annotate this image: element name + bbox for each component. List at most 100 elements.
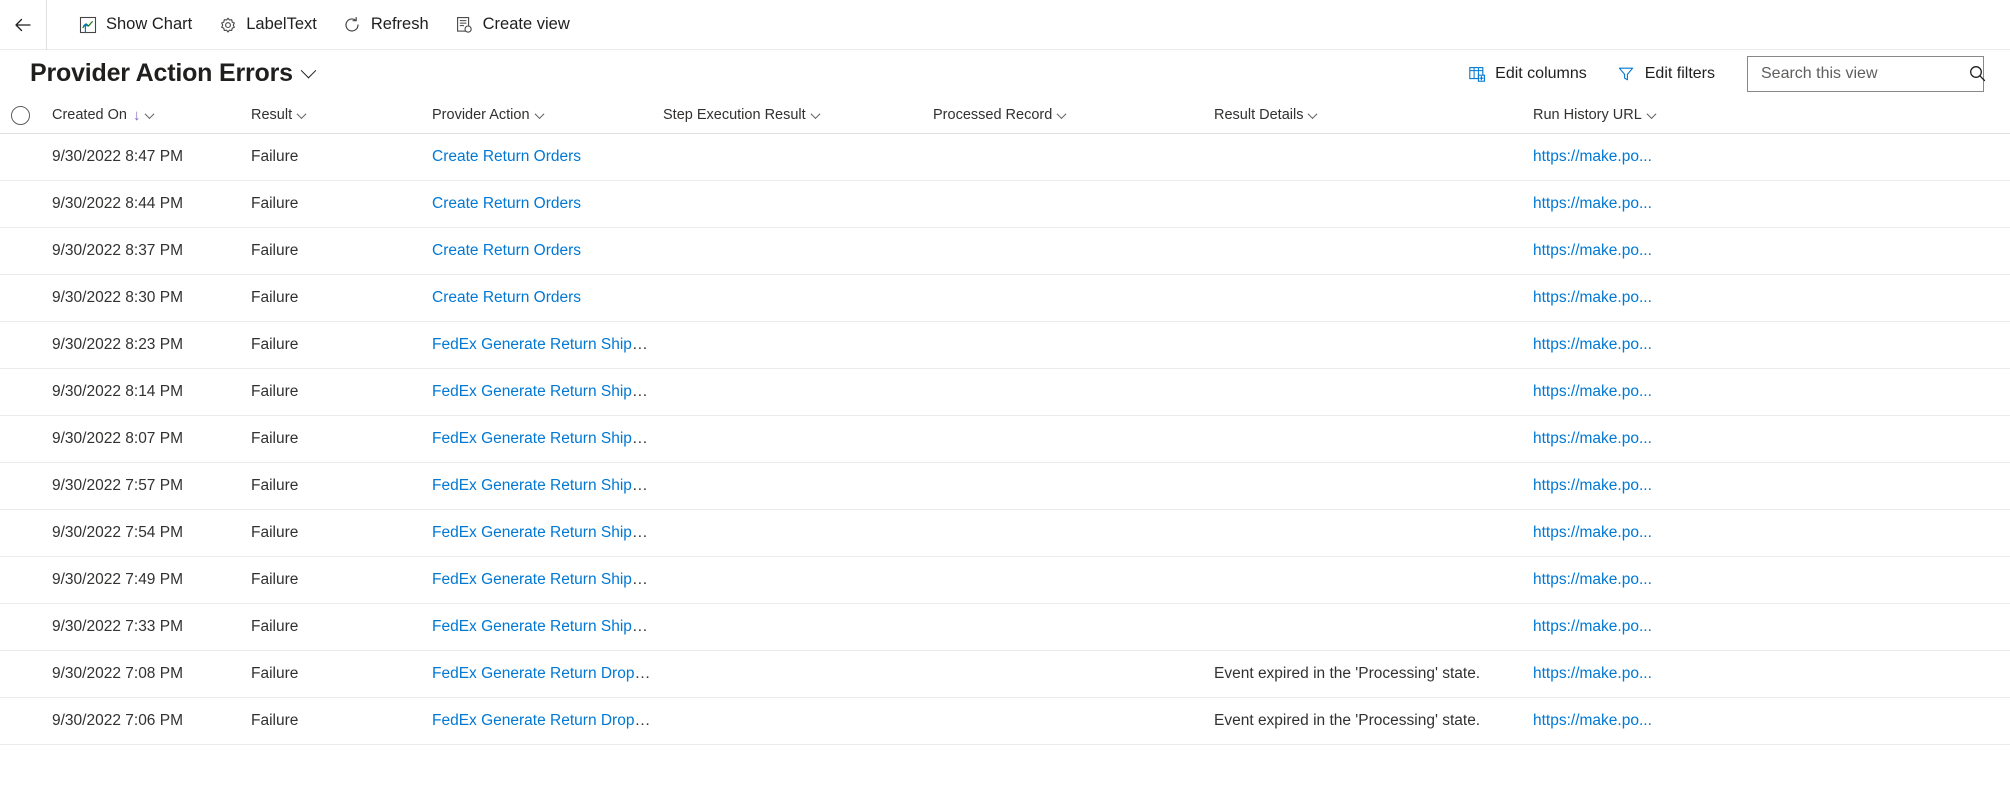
cell-created_on-text: 9/30/2022 7:54 PM [52, 524, 183, 541]
cell-provider-text[interactable]: FedEx Generate Return Shipping La... [432, 618, 663, 635]
cell-url-text[interactable]: https://make.po... [1533, 571, 1652, 588]
cell-url-text[interactable]: https://make.po... [1533, 524, 1652, 541]
cell-provider-text[interactable]: FedEx Generate Return Drop Locati... [432, 712, 663, 729]
cell-url[interactable]: https://make.po... [1533, 712, 2010, 730]
cell-provider[interactable]: FedEx Generate Return Shipping La... [432, 571, 663, 589]
table-row[interactable]: 9/30/2022 7:06 PM Failure FedEx Generate R… [0, 698, 2010, 745]
cell-url-text[interactable]: https://make.po... [1533, 430, 1652, 447]
select-all-circle-icon[interactable] [10, 105, 30, 125]
cell-url[interactable]: https://make.po... [1533, 524, 2010, 542]
cell-provider-text[interactable]: FedEx Generate Return Shipping La... [432, 524, 663, 541]
create-view-button[interactable]: Create view [442, 4, 583, 46]
cell-provider-text[interactable]: FedEx Generate Return Shipping La... [432, 336, 663, 353]
table-row[interactable]: 9/30/2022 7:49 PM Failure FedEx Generate R… [0, 557, 2010, 604]
cell-url-text[interactable]: https://make.po... [1533, 148, 1652, 165]
select-all-cell [0, 105, 52, 125]
refresh-button[interactable]: Refresh [330, 4, 442, 46]
table-row[interactable]: 9/30/2022 7:54 PM Failure FedEx Generate R… [0, 510, 2010, 557]
cell-provider-text[interactable]: FedEx Generate Return Drop Locati... [432, 665, 663, 682]
cell-url[interactable]: https://make.po... [1533, 665, 2010, 683]
cell-created_on: 9/30/2022 7:06 PM [52, 712, 251, 730]
show-chart-button[interactable]: Show Chart [65, 4, 205, 46]
cell-provider[interactable]: FedEx Generate Return Shipping La... [432, 524, 663, 542]
cell-url[interactable]: https://make.po... [1533, 618, 2010, 636]
column-header-provider-action[interactable]: Provider Action [432, 107, 663, 123]
cell-provider-text[interactable]: Create Return Orders [432, 195, 581, 212]
cell-provider-text[interactable]: Create Return Orders [432, 148, 581, 165]
table-row[interactable]: 9/30/2022 8:23 PM Failure FedEx Generate R… [0, 322, 2010, 369]
table-row[interactable]: 9/30/2022 8:44 PM Failure Create Return Or… [0, 181, 2010, 228]
cell-url-text[interactable]: https://make.po... [1533, 242, 1652, 259]
cell-url-text[interactable]: https://make.po... [1533, 477, 1652, 494]
cell-url[interactable]: https://make.po... [1533, 571, 2010, 589]
column-header-step-execution-result[interactable]: Step Execution Result [663, 107, 933, 123]
edit-filters-button[interactable]: Edit filters [1605, 56, 1727, 92]
chevron-down-icon [810, 108, 821, 119]
cell-provider[interactable]: FedEx Generate Return Shipping La... [432, 430, 663, 448]
table-row[interactable]: 9/30/2022 7:57 PM Failure FedEx Generate R… [0, 463, 2010, 510]
cell-result-text: Failure [251, 712, 299, 729]
cell-provider-text[interactable]: FedEx Generate Return Shipping La... [432, 477, 663, 494]
column-header-created-on-label: Created On [52, 107, 127, 123]
cell-result-text: Failure [251, 571, 299, 588]
cell-url[interactable]: https://make.po... [1533, 430, 2010, 448]
cell-provider[interactable]: FedEx Generate Return Shipping La... [432, 477, 663, 495]
cell-url[interactable]: https://make.po... [1533, 242, 2010, 260]
table-row[interactable]: 9/30/2022 7:33 PM Failure FedEx Generate R… [0, 604, 2010, 651]
cell-result: Failure [251, 242, 432, 260]
cell-provider[interactable]: FedEx Generate Return Shipping La... [432, 618, 663, 636]
chevron-down-icon [296, 108, 307, 119]
cell-url-text[interactable]: https://make.po... [1533, 665, 1652, 682]
cell-provider[interactable]: Create Return Orders [432, 195, 663, 213]
column-header-result-details[interactable]: Result Details [1214, 107, 1533, 123]
cell-url[interactable]: https://make.po... [1533, 195, 2010, 213]
cell-provider-text[interactable]: FedEx Generate Return Shipping La... [432, 571, 663, 588]
cell-provider[interactable]: Create Return Orders [432, 242, 663, 260]
table-row[interactable]: 9/30/2022 8:07 PM Failure FedEx Generate R… [0, 416, 2010, 463]
cell-result: Failure [251, 665, 432, 683]
cell-url[interactable]: https://make.po... [1533, 477, 2010, 495]
labeltext-button[interactable]: LabelText [205, 4, 330, 46]
edit-columns-icon [1467, 64, 1486, 83]
cell-url-text[interactable]: https://make.po... [1533, 618, 1652, 635]
column-header-created-on[interactable]: Created On ↓ [52, 107, 251, 123]
cell-url[interactable]: https://make.po... [1533, 383, 2010, 401]
table-row[interactable]: 9/30/2022 8:37 PM Failure Create Return Or… [0, 228, 2010, 275]
table-row[interactable]: 9/30/2022 7:08 PM Failure FedEx Generate R… [0, 651, 2010, 698]
cell-provider-text[interactable]: Create Return Orders [432, 289, 581, 306]
cell-provider-text[interactable]: Create Return Orders [432, 242, 581, 259]
column-header-result[interactable]: Result [251, 107, 432, 123]
cell-url-text[interactable]: https://make.po... [1533, 336, 1652, 353]
cell-url-text[interactable]: https://make.po... [1533, 712, 1652, 729]
cell-provider-text[interactable]: FedEx Generate Return Shipping La... [432, 430, 663, 447]
cell-provider[interactable]: FedEx Generate Return Drop Locati... [432, 665, 663, 683]
view-selector[interactable]: Provider Action Errors [30, 59, 317, 88]
cell-provider[interactable]: FedEx Generate Return Drop Locati... [432, 712, 663, 730]
back-button[interactable] [0, 0, 47, 50]
cell-provider-text[interactable]: FedEx Generate Return Shipping La... [432, 383, 663, 400]
cell-created_on-text: 9/30/2022 8:30 PM [52, 289, 183, 306]
edit-columns-button[interactable]: Edit columns [1455, 56, 1599, 92]
column-header-processed-record[interactable]: Processed Record [933, 107, 1214, 123]
column-header-run-history-url[interactable]: Run History URL [1533, 107, 2010, 123]
cell-url[interactable]: https://make.po... [1533, 289, 2010, 307]
cell-url[interactable]: https://make.po... [1533, 336, 2010, 354]
cell-created_on: 9/30/2022 8:30 PM [52, 289, 251, 307]
cell-created_on-text: 9/30/2022 7:57 PM [52, 477, 183, 494]
table-row[interactable]: 9/30/2022 8:47 PM Failure Create Return Or… [0, 134, 2010, 181]
cell-url-text[interactable]: https://make.po... [1533, 383, 1652, 400]
cell-created_on: 9/30/2022 7:54 PM [52, 524, 251, 542]
cell-url[interactable]: https://make.po... [1533, 148, 2010, 166]
search-box[interactable] [1747, 55, 1987, 92]
cell-url-text[interactable]: https://make.po... [1533, 195, 1652, 212]
table-row[interactable]: 9/30/2022 8:14 PM Failure FedEx Generate R… [0, 369, 2010, 416]
cell-url-text[interactable]: https://make.po... [1533, 289, 1652, 306]
cell-provider[interactable]: FedEx Generate Return Shipping La... [432, 336, 663, 354]
cell-provider[interactable]: Create Return Orders [432, 148, 663, 166]
cell-provider[interactable]: FedEx Generate Return Shipping La... [432, 383, 663, 401]
sort-ascending-icon: ↓ [132, 107, 141, 123]
cell-provider[interactable]: Create Return Orders [432, 289, 663, 307]
table-row[interactable]: 9/30/2022 8:30 PM Failure Create Return Or… [0, 275, 2010, 322]
search-input[interactable] [1761, 64, 1968, 83]
search-icon[interactable] [1968, 64, 1987, 83]
